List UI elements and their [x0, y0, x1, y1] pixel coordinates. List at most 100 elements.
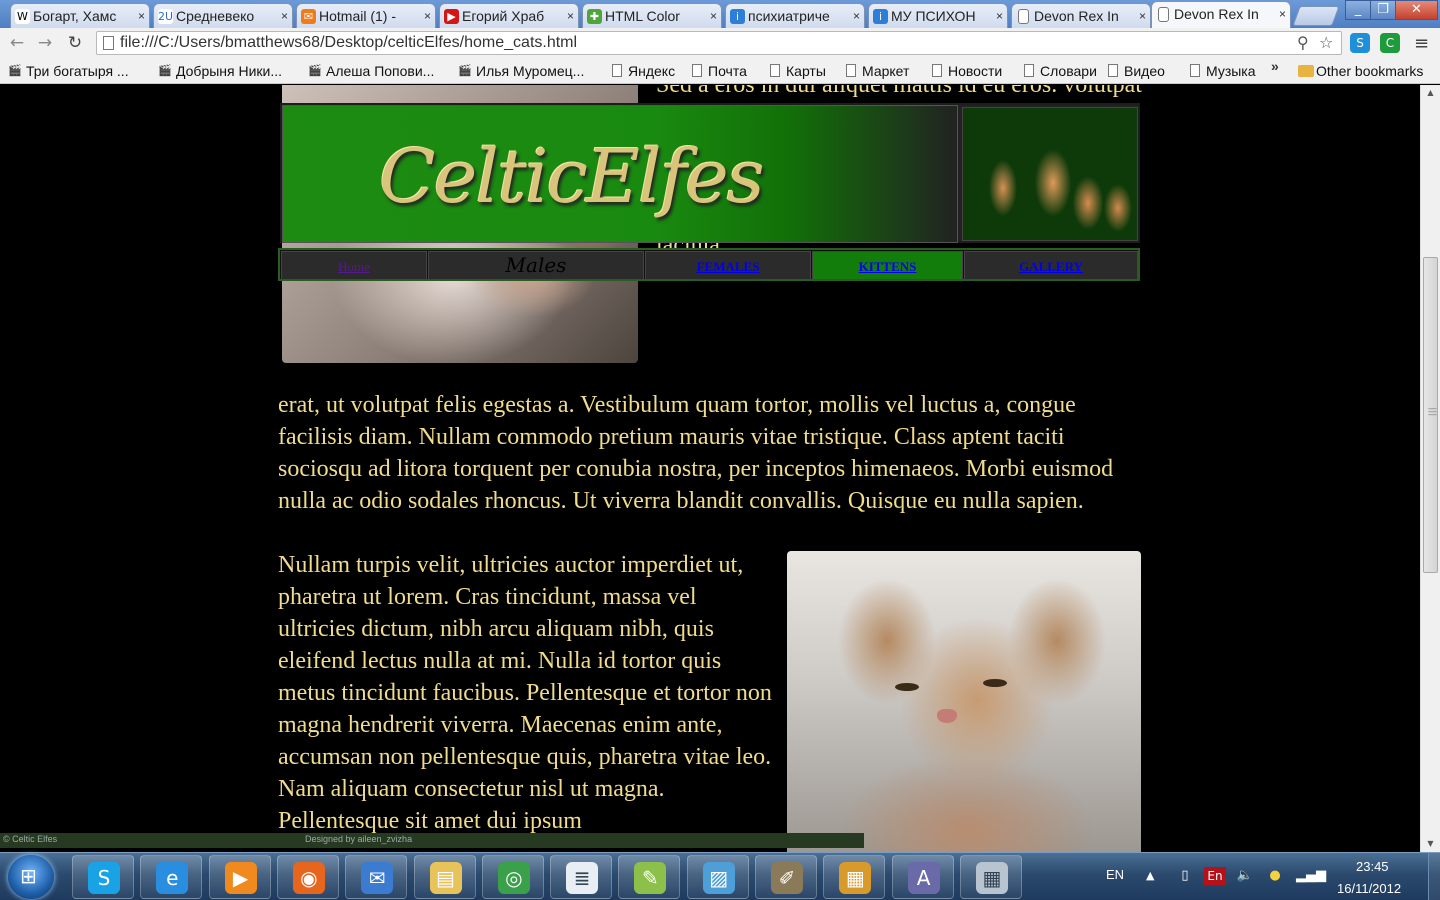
close-tab-icon[interactable]: ×: [424, 4, 431, 28]
bookmark-item[interactable]: Новости: [928, 61, 1002, 81]
address-bar[interactable]: file:///C:/Users/bmatthews68/Desktop/cel…: [96, 31, 1342, 55]
nav-kittens[interactable]: KITTENS: [812, 251, 963, 280]
close-tab-icon[interactable]: ×: [996, 4, 1003, 28]
notification-icon[interactable]: ●: [1266, 867, 1284, 885]
bookmark-item[interactable]: Карты: [766, 61, 826, 81]
other-bookmarks-folder[interactable]: Other bookmarks: [1296, 61, 1423, 81]
chrome-menu-icon[interactable]: ≡: [1414, 33, 1429, 54]
taskbar-app-button[interactable]: ◎: [481, 855, 544, 899]
scroll-thumb[interactable]: — — —: [1423, 257, 1438, 573]
bookmark-item[interactable]: 🎬 Алеша Попови...: [306, 61, 434, 81]
nav-males[interactable]: Males: [428, 251, 644, 280]
bookmark-item[interactable]: Видео: [1104, 61, 1165, 81]
start-button[interactable]: ⊞: [8, 855, 54, 899]
close-tab-icon[interactable]: ×: [567, 4, 574, 28]
vertical-scrollbar[interactable]: ▲ — — — ▼: [1420, 85, 1440, 852]
browser-tab[interactable]: Devon Rex In ×: [1011, 3, 1151, 28]
skype-extension-icon[interactable]: S: [1350, 33, 1370, 53]
bookmark-item[interactable]: Маркет: [842, 61, 909, 81]
nav-females-link[interactable]: FEMALES: [697, 259, 760, 274]
kittens-header-photo: [962, 107, 1138, 241]
bookmark-item[interactable]: Музыка: [1186, 61, 1256, 81]
clock-time[interactable]: 23:45: [1356, 859, 1389, 874]
taskbar-app-button[interactable]: A: [891, 855, 954, 899]
browser-tab[interactable]: W Богарт, Хамс ×: [10, 3, 150, 28]
nav-females[interactable]: FEMALES: [645, 251, 811, 280]
other-bookmarks-label: Other bookmarks: [1316, 63, 1424, 79]
browser-tab[interactable]: i МУ ПСИХОН ×: [868, 3, 1008, 28]
language-indicator[interactable]: EN: [1106, 867, 1124, 882]
bookmark-label: Маркет: [862, 63, 910, 79]
nav-home-link[interactable]: Home: [338, 259, 370, 274]
taskbar-app-button[interactable]: ≣: [550, 855, 613, 899]
taskbar-app-button[interactable]: ✎: [618, 855, 681, 899]
bookmark-item[interactable]: Словари: [1020, 61, 1097, 81]
page-icon: [846, 64, 856, 77]
input-language-badge[interactable]: En: [1204, 867, 1226, 885]
close-tab-icon[interactable]: ×: [1139, 4, 1146, 28]
clock-date[interactable]: 16/11/2012: [1337, 881, 1401, 896]
taskbar-app-button[interactable]: S: [72, 855, 134, 899]
taskbar-app-button[interactable]: ▦: [823, 855, 886, 899]
bookmark-star-icon[interactable]: ☆: [1319, 33, 1333, 52]
removable-device-icon[interactable]: ▯: [1176, 867, 1194, 885]
bookmark-item[interactable]: 🎬 Илья Муромец...: [456, 61, 584, 81]
close-tab-icon[interactable]: ×: [138, 4, 145, 28]
liveinternet-icon: 2U: [158, 9, 174, 24]
taskbar-app-button[interactable]: ▦: [959, 855, 1022, 899]
bookmark-label: Новости: [948, 63, 1003, 79]
minimize-button[interactable]: _: [1345, 0, 1371, 20]
bookmark-item[interactable]: 🎬 Три богатыря ...: [6, 61, 128, 81]
maximize-button[interactable]: ❐: [1370, 0, 1396, 20]
nav-home[interactable]: Home: [281, 251, 427, 280]
calculator-icon: ▦: [975, 862, 1008, 894]
browser-tab[interactable]: ▶ Егорий Храб ×: [439, 3, 579, 28]
close-tab-icon[interactable]: ×: [1279, 2, 1286, 26]
show-desktop-button[interactable]: [1428, 853, 1440, 900]
chrome-icon: ◎: [497, 862, 530, 894]
nav-males-label[interactable]: Males: [506, 253, 567, 277]
close-tab-icon[interactable]: ×: [281, 4, 288, 28]
close-tab-icon[interactable]: ×: [710, 4, 717, 28]
browser-tab[interactable]: i психиатриче ×: [725, 3, 865, 28]
forward-button[interactable]: →: [34, 32, 56, 54]
new-tab-button[interactable]: [1292, 6, 1340, 26]
taskbar-app-button[interactable]: ✐: [755, 855, 817, 899]
browser-tab[interactable]: ✉ Hotmail (1) - ×: [296, 3, 436, 28]
nav-kittens-link[interactable]: KITTENS: [859, 259, 917, 274]
network-signal-icon[interactable]: ▂▄▆: [1296, 867, 1326, 885]
bookmark-item[interactable]: Почта: [688, 61, 747, 81]
taskbar-app-button[interactable]: ▨: [686, 855, 749, 899]
bookmark-item[interactable]: Яндекс: [608, 61, 675, 81]
file-manager-icon: ▦: [839, 862, 872, 894]
media-player-icon: ▶: [224, 862, 257, 894]
close-window-button[interactable]: ✕: [1395, 0, 1438, 20]
browser-tab[interactable]: ✚ HTML Color ×: [582, 3, 722, 28]
taskbar-app-button[interactable]: ▶: [208, 855, 271, 899]
bookmark-item[interactable]: 🎬 Добрыня Ники...: [156, 61, 282, 81]
tray-expand-icon[interactable]: ▲: [1146, 869, 1154, 882]
back-button[interactable]: ←: [6, 32, 28, 54]
bookmark-label: Словари: [1040, 63, 1097, 79]
tab-title: Егорий Храб: [462, 8, 545, 24]
windows-taskbar: ⊞ Se ▶ ◉ ✉ ▤ ◎ ≣ ✎ ▨ ✐ ▦ A ▦ EN ▲ ▯ En 🔈 ● ▂▄▆ 23:45…: [0, 852, 1440, 900]
picture-viewer-icon: ▨: [702, 862, 735, 894]
nav-gallery-link[interactable]: GALLERY: [1019, 259, 1083, 274]
taskbar-app-button[interactable]: ✉: [345, 855, 408, 899]
taskbar-app-button[interactable]: ▤: [413, 855, 476, 899]
nav-gallery[interactable]: GALLERY: [964, 251, 1138, 280]
taskbar-app-button[interactable]: ◉: [276, 855, 339, 899]
extension-c-icon[interactable]: C: [1380, 33, 1400, 53]
browser-tab[interactable]: Devon Rex In ×: [1151, 1, 1291, 28]
taskbar-app-button[interactable]: e: [140, 855, 203, 899]
page-viewport[interactable]: Sed a eros in dui aliquet mattis id eu e…: [0, 85, 1420, 852]
close-tab-icon[interactable]: ×: [853, 4, 860, 28]
reload-button[interactable]: ↻: [64, 32, 86, 54]
volume-icon[interactable]: 🔈: [1236, 867, 1254, 885]
bookmarks-overflow-chevron[interactable]: »: [1271, 58, 1279, 74]
browser-tab[interactable]: 2U Средневеко ×: [153, 3, 293, 28]
scroll-up-arrow[interactable]: ▲: [1421, 85, 1440, 101]
scroll-down-arrow[interactable]: ▼: [1421, 836, 1440, 852]
body-text-middle: erat, ut volutpat felis egestas a. Vesti…: [278, 392, 1114, 514]
search-icon[interactable]: ⚲: [1297, 33, 1309, 52]
